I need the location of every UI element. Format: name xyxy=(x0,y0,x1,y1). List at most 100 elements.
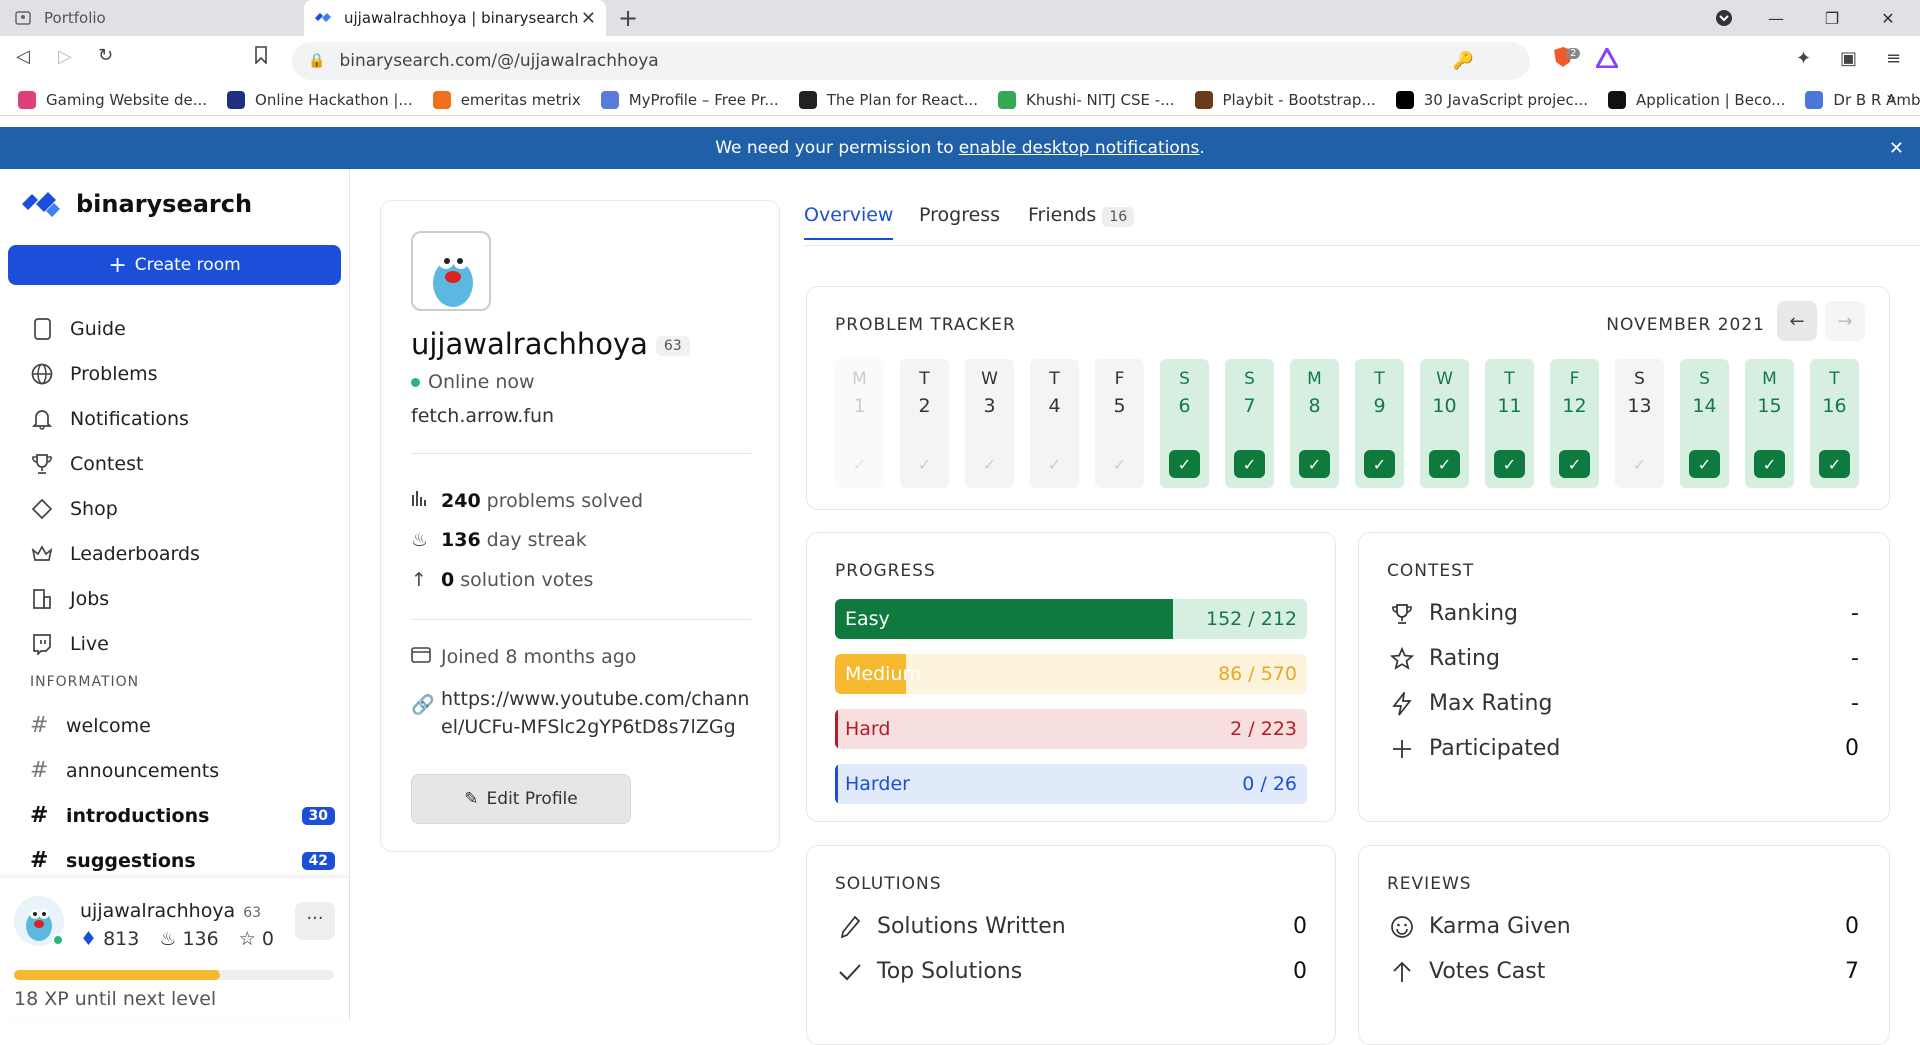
row-label: Participated xyxy=(1429,736,1561,761)
star-icon: ☆ xyxy=(238,928,256,950)
check-icon: ✓ xyxy=(1364,450,1395,478)
minimize-icon[interactable]: — xyxy=(1748,0,1804,36)
tracker-day[interactable]: S 7 ✓ xyxy=(1225,359,1274,488)
tab-friends[interactable]: Friends 16 xyxy=(1028,204,1135,238)
crown-icon xyxy=(30,542,54,566)
sidebar-item-contest[interactable]: Contest xyxy=(30,452,143,476)
bookmark-item[interactable]: Dr B R Ambedkar N... xyxy=(1805,90,1920,109)
bookmark-item[interactable]: Khushi- NITJ CSE -... xyxy=(998,90,1175,109)
key-icon[interactable]: 🔑 xyxy=(1453,51,1474,71)
sidebar-item-problems[interactable]: Problems xyxy=(30,362,158,386)
profile-level-badge: 63 xyxy=(655,336,690,356)
new-tab-icon[interactable]: + xyxy=(618,4,638,32)
bookmark-item[interactable]: 30 JavaScript projec... xyxy=(1395,90,1589,109)
online-status-text: Online now xyxy=(428,371,535,393)
channel-announcements[interactable]: # announcements xyxy=(30,758,335,783)
tag-icon xyxy=(30,497,54,521)
close-banner-icon[interactable]: ✕ xyxy=(1889,138,1904,159)
more-bookmarks-icon[interactable]: » xyxy=(1886,88,1896,107)
sidebar-item-jobs[interactable]: Jobs xyxy=(30,587,109,611)
tracker-day[interactable]: M 8 ✓ xyxy=(1290,359,1339,488)
tab-portfolio[interactable]: Portfolio xyxy=(14,0,304,36)
menu-icon[interactable]: ≡ xyxy=(1886,48,1901,69)
bookmark-item[interactable]: MyProfile – Free Pr... xyxy=(600,90,779,109)
notification-suffix: . xyxy=(1199,138,1205,158)
close-window-icon[interactable]: ✕ xyxy=(1860,0,1916,36)
pencil-icon: ✎ xyxy=(464,789,479,809)
wallet-icon[interactable]: ▣ xyxy=(1840,48,1857,69)
tracker-day[interactable]: W 3 ✓ xyxy=(965,359,1014,488)
tracker-day[interactable]: T 2 ✓ xyxy=(900,359,949,488)
address-bar[interactable]: 🔒 binarysearch.com/@/ujjawalrachhoya 🔑 xyxy=(292,42,1530,80)
shield-count-badge: 2 xyxy=(1566,48,1581,59)
day-letter: T xyxy=(1504,369,1515,389)
unread-badge: 42 xyxy=(301,851,335,870)
binarysearch-favicon xyxy=(314,9,332,27)
sidebar-item-guide[interactable]: Guide xyxy=(30,317,126,341)
tab-binarysearch[interactable]: ujjawalrachhoya | binarysearch ✕ xyxy=(304,0,606,36)
edit-profile-button[interactable]: ✎ Edit Profile xyxy=(411,774,631,824)
day-streak-label: day streak xyxy=(486,529,587,551)
contest-row-ranking: Ranking - xyxy=(1387,601,1859,626)
bookmark-label: 30 JavaScript projec... xyxy=(1423,90,1589,109)
progress-bar-hard: Hard 2 / 223 xyxy=(835,709,1307,749)
restore-icon[interactable]: ❐ xyxy=(1804,0,1860,36)
tracker-day[interactable]: M 1 ✓ xyxy=(835,359,884,488)
tracker-day[interactable]: F 12 ✓ xyxy=(1550,359,1599,488)
solution-votes-stat: ↑ 0 solution votes xyxy=(411,569,593,591)
enable-notifications-link[interactable]: enable desktop notifications xyxy=(959,138,1200,158)
extensions-icon[interactable]: ✦ xyxy=(1796,48,1811,69)
back-icon[interactable]: ◁ xyxy=(16,46,30,67)
tracker-day[interactable]: T 4 ✓ xyxy=(1030,359,1079,488)
tracker-day[interactable]: T 16 ✓ xyxy=(1810,359,1859,488)
tracker-day[interactable]: T 9 ✓ xyxy=(1355,359,1404,488)
difficulty-count: 0 / 26 xyxy=(1242,773,1297,795)
channel-welcome[interactable]: # welcome xyxy=(30,713,335,738)
contest-row-max-rating: Max Rating - xyxy=(1387,691,1859,716)
sidebar-item-shop[interactable]: Shop xyxy=(30,497,118,521)
bookmark-item[interactable]: Gaming Website de... xyxy=(18,90,207,109)
create-room-button[interactable]: + Create room xyxy=(8,245,341,285)
tab-progress[interactable]: Progress xyxy=(919,204,1000,238)
next-month-button[interactable]: → xyxy=(1825,301,1865,341)
user-name[interactable]: ujjawalrachhoya 63 xyxy=(80,900,261,922)
bookmark-item[interactable]: The Plan for React... xyxy=(798,90,978,109)
tracker-day[interactable]: S 14 ✓ xyxy=(1680,359,1729,488)
reload-icon[interactable]: ↻ xyxy=(98,45,113,66)
bookmark-icon[interactable] xyxy=(254,46,268,69)
sidebar-item-leaderboards[interactable]: Leaderboards xyxy=(30,542,200,566)
tab-overview[interactable]: Overview xyxy=(804,204,894,240)
more-options-button[interactable]: ··· xyxy=(295,902,335,940)
tracker-day[interactable]: F 5 ✓ xyxy=(1095,359,1144,488)
sidebar-item-label: Guide xyxy=(70,318,126,340)
bookmark-item[interactable]: emeritas metrix xyxy=(432,90,581,109)
sidebar-item-live[interactable]: Live xyxy=(30,632,109,656)
tracker-day[interactable]: S 6 ✓ xyxy=(1160,359,1209,488)
contest-card: CONTEST Ranking - Rating - Max Rating - Partic… xyxy=(1358,532,1890,822)
tracker-day[interactable]: M 15 ✓ xyxy=(1745,359,1794,488)
twitch-icon xyxy=(30,632,54,656)
channel-suggestions[interactable]: # suggestions 42 xyxy=(30,848,335,873)
brand-logo[interactable]: binarysearch xyxy=(20,187,252,221)
sidebar-item-notifications[interactable]: Notifications xyxy=(30,407,189,431)
tab-search-icon[interactable] xyxy=(1696,0,1752,36)
bookmark-label: MyProfile – Free Pr... xyxy=(628,90,779,109)
binarysearch-logo-icon xyxy=(22,192,60,217)
tracker-day[interactable]: W 10 ✓ xyxy=(1420,359,1469,488)
tracker-day[interactable]: T 11 ✓ xyxy=(1485,359,1534,488)
friends-count-badge: 16 xyxy=(1102,207,1135,227)
profile-link[interactable]: 🔗 https://www.youtube.com/channel/UCFu-MF… xyxy=(411,685,751,741)
contest-title: CONTEST xyxy=(1387,561,1475,581)
brave-rewards-icon[interactable] xyxy=(1594,45,1620,73)
forward-icon[interactable]: ▷ xyxy=(58,46,72,67)
close-tab-icon[interactable]: ✕ xyxy=(581,8,596,29)
channel-introductions[interactable]: # introductions 30 xyxy=(30,803,335,828)
progress-fill xyxy=(835,709,838,749)
prev-month-button[interactable]: ← xyxy=(1777,301,1817,341)
gems-value: 813 xyxy=(103,928,140,950)
bookmark-item[interactable]: Application | Beco... xyxy=(1608,90,1785,109)
bookmark-item[interactable]: Playbit - Bootstrap... xyxy=(1194,90,1376,109)
problems-solved-stat: 240 problems solved xyxy=(411,489,643,512)
tracker-day[interactable]: S 13 ✓ xyxy=(1615,359,1664,488)
bookmark-item[interactable]: Online Hackathon |... xyxy=(227,90,413,109)
